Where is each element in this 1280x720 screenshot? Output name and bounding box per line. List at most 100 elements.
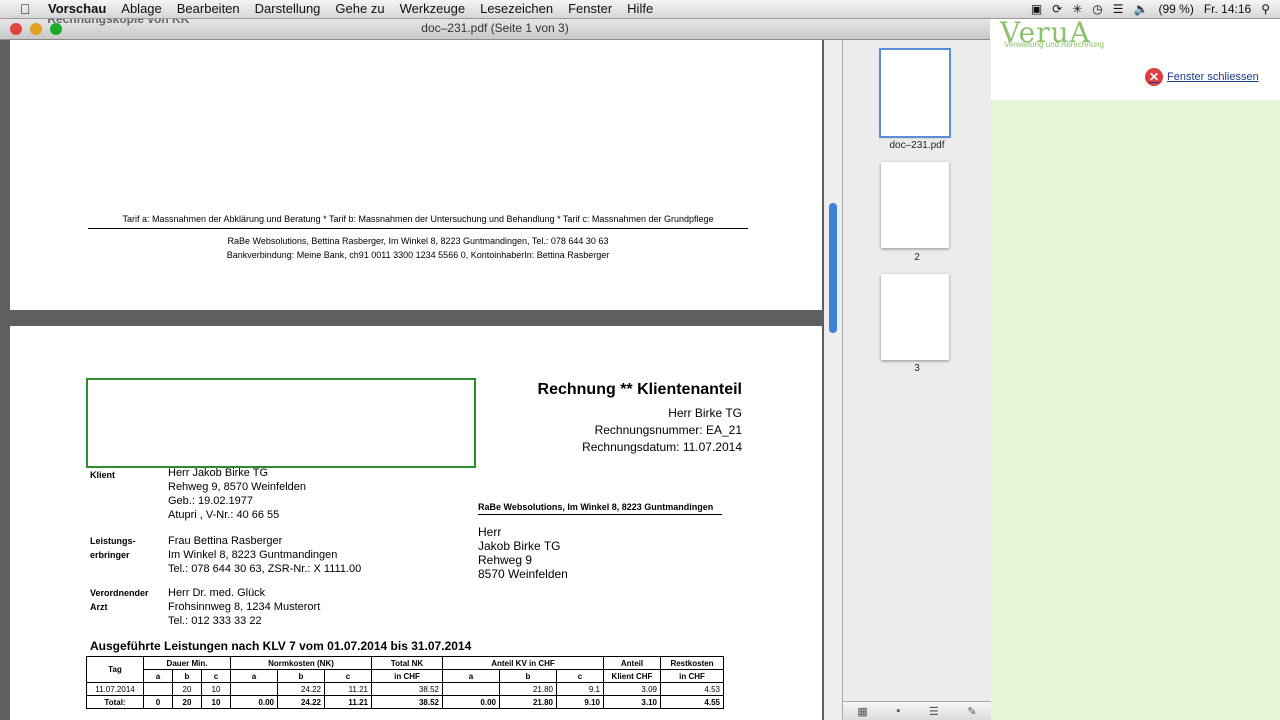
col-header: a [143,669,173,683]
window-title: doc–231.pdf (Seite 1 von 3) [421,21,569,35]
verua-logo-subtitle: Verwaltung und Abrechnung [1004,40,1105,49]
menu-vorschau[interactable]: Vorschau [48,0,106,17]
menu-fenster[interactable]: Fenster [568,0,612,17]
menu-darstellung[interactable]: Darstellung [255,0,321,17]
menu-gehe-zu[interactable]: Gehe zu [335,0,384,17]
edit-icon[interactable]: ✎ [967,705,976,718]
menu-bar:  Vorschau Ablage Bearbeiten Darstellung… [0,0,1280,19]
page-thumbnail-1[interactable] [879,48,951,138]
invoice-title: Rechnung ** Klientenanteil [537,381,742,398]
table-cell: 24.22 [277,682,325,696]
col-header: a [442,669,500,683]
col-header: in CHF [371,669,443,683]
col-header: b [499,669,557,683]
table-cell: 9.1 [556,682,604,696]
provider-line: Frau Bettina Rasberger [168,535,283,547]
doctor-line: Herr Dr. med. Glück [168,587,266,599]
spotlight-icon[interactable]: ⚲ [1261,2,1270,16]
col-header: Restkosten [660,656,724,670]
col-header: c [556,669,604,683]
table-cell: 21.80 [499,695,557,709]
thumbnail-view-icon[interactable]: ▪ [896,705,900,717]
bluetooth-icon[interactable]: ✳ [1072,2,1082,16]
close-window-link[interactable]: ✕ Fenster schliessen [1145,68,1259,86]
thumbnail-sidebar: doc–231.pdf 2 3 ▦ ▪ ☰ ✎ [842,40,991,720]
vertical-scrollbar[interactable] [824,40,842,720]
table-cell: 10 [201,695,231,709]
page-thumbnail-2[interactable] [881,162,949,248]
address-line: Rehweg 9 [478,553,533,567]
doctor-line: Tel.: 012 333 33 22 [168,615,262,627]
table-cell: 0.00 [230,695,278,709]
provider-label: Leistungs- erbringer [90,534,136,562]
document-viewer[interactable]: Tarif a: Massnahmen der Abklärung und Be… [0,40,842,720]
col-header: Klient CHF [603,669,661,683]
close-window-label: Fenster schliessen [1167,71,1259,83]
services-title: Ausgeführte Leistungen nach KLV 7 vom 01… [90,639,472,653]
scrollbar-thumb[interactable] [829,203,837,333]
col-header: b [277,669,325,683]
list-view-icon[interactable]: ☰ [929,705,939,718]
provider-label-line: Leistungs- [90,536,136,546]
camera-icon[interactable]: ▣ [1031,2,1042,16]
services-table: Tag Dauer Min. Normkosten (NK) Total NK … [86,656,724,709]
time-machine-icon[interactable]: ◷ [1092,2,1102,16]
address-line: 8570 Weinfelden [478,567,568,581]
table-cell: 38.52 [371,682,443,696]
invoice-recipient: Herr Birke TG [668,406,742,420]
doctor-label: Verordnender Arzt [90,586,149,614]
clock[interactable]: Fr. 14:16 [1204,2,1251,16]
doctor-label-line: Arzt [90,602,108,612]
menu-lesezeichen[interactable]: Lesezeichen [480,0,553,17]
sender-line: RaBe Websolutions, Im Winkel 8, 8223 Gun… [478,502,722,515]
table-cell: 9.10 [556,695,604,709]
title-bar[interactable]: *** Rechnungskopie von KK *** doc–231.pd… [0,12,990,40]
col-header: a [230,669,278,683]
col-header: c [324,669,372,683]
menu-ablage[interactable]: Ablage [121,0,161,17]
menu-werkzeuge[interactable]: Werkzeuge [400,0,466,17]
table-cell: 20 [172,682,202,696]
client-line: Herr Jakob Birke TG [168,467,269,479]
table-cell [442,682,500,696]
col-header: Anteil [603,656,661,670]
tarif-legend: Tarif a: Massnahmen der Abklärung und Be… [88,214,748,229]
footer-bank: Bankverbindung: Meine Bank, ch91 0011 33… [226,250,610,260]
table-cell: 11.21 [324,695,372,709]
table-cell: 11.07.2014 [86,682,144,696]
client-line: Rehweg 9, 8570 Weinfelden [168,481,307,493]
provider-block: Frau Bettina Rasberger Im Winkel 8, 8223… [168,534,361,576]
menu-hilfe[interactable]: Hilfe [627,0,653,17]
table-row: 11.07.2014 20 10 24.22 11.21 38.52 21.80… [86,682,724,696]
pdf-page-2: Rechnung ** Klientenanteil Herr Birke TG… [10,326,822,720]
grid-view-icon[interactable]: ▦ [857,705,867,718]
table-cell: 21.80 [499,682,557,696]
status-menus: ▣ ⟳ ✳ ◷ ☰ 🔈 (99 %) Fr. 14:16 ⚲ [1021,0,1270,18]
volume-icon[interactable]: 🔈 [1134,2,1149,16]
col-header: b [172,669,202,683]
client-line: Atupri , V-Nr.: 40 66 55 [168,509,280,521]
battery-status[interactable]: (99 %) [1158,2,1193,16]
table-cell: 0 [143,695,173,709]
preview-window: *** Rechnungskopie von KK *** doc–231.pd… [0,12,991,720]
sidebar-toolbar: ▦ ▪ ☰ ✎ [843,701,991,720]
sync-icon[interactable]: ⟳ [1052,2,1062,16]
doctor-block: Herr Dr. med. Glück Frohsinnweg 8, 1234 … [168,586,320,628]
page-thumbnail-3[interactable] [881,274,949,360]
col-header: Anteil KV in CHF [442,656,604,670]
table-cell: 0.00 [442,695,500,709]
apple-menu-icon[interactable]:  [20,0,31,18]
client-block: Herr Jakob Birke TG Rehweg 9, 8570 Weinf… [168,466,306,522]
table-cell: Total: [86,695,144,709]
col-header: Total NK [371,656,443,670]
col-header: c [201,669,231,683]
menu-bearbeiten[interactable]: Bearbeiten [177,0,240,17]
table-cell: 11.21 [324,682,372,696]
table-cell: 4.53 [660,682,724,696]
thumbnail-label: 2 [914,252,920,263]
table-cell: 38.52 [371,695,443,709]
provider-label-line: erbringer [90,550,130,560]
wifi-icon[interactable]: ☰ [1113,2,1124,16]
invoice-number: Rechnungsnummer: EA_21 [594,423,742,437]
table-cell: 3.10 [603,695,661,709]
